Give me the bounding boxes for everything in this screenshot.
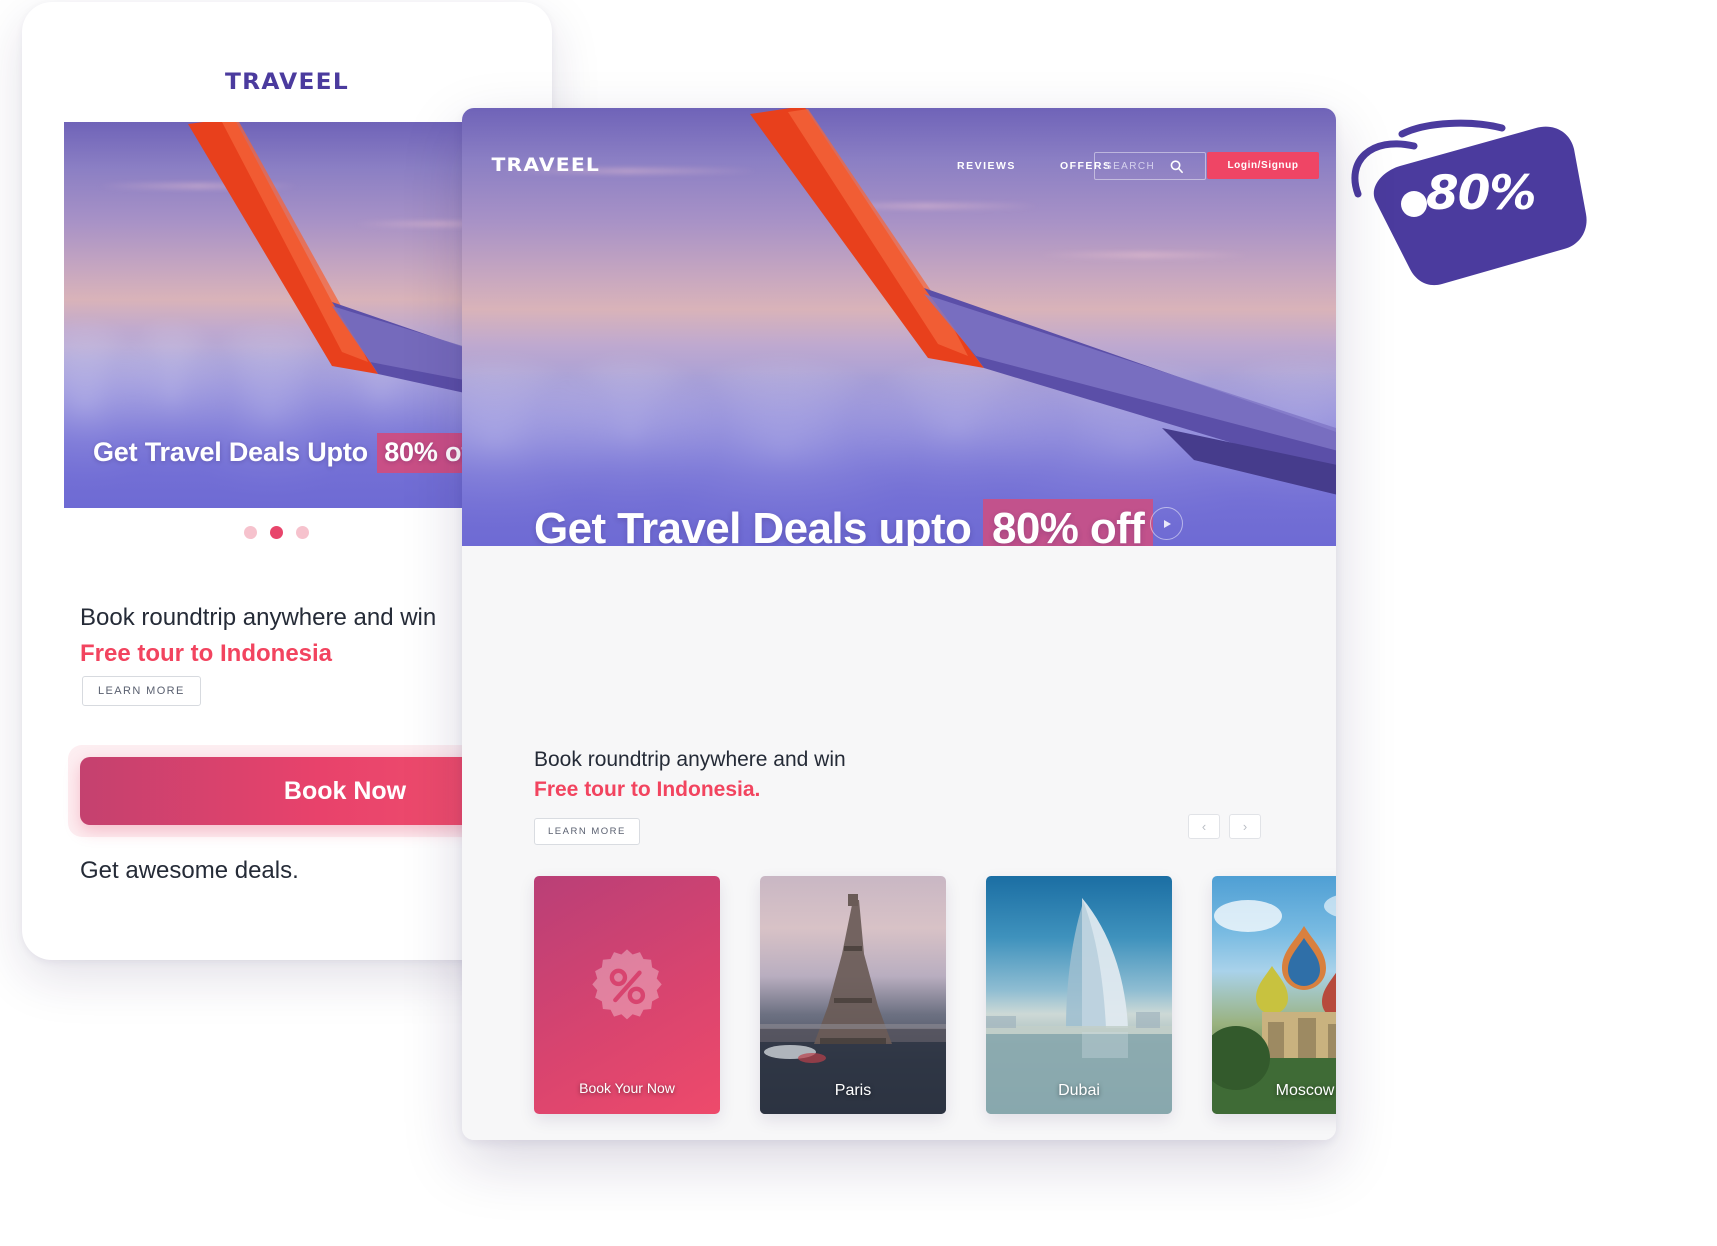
login-signup-button[interactable]: Login/Signup: [1207, 152, 1319, 179]
desktop-nav-links: REVIEWS OFFERS: [957, 160, 1112, 172]
destination-card-paris[interactable]: Paris: [760, 876, 946, 1114]
dubai-card-label: Dubai: [1058, 1082, 1100, 1099]
promo-card-label: Book Your Now: [579, 1080, 675, 1096]
search-input[interactable]: [1103, 159, 1163, 173]
canvas: TRAVEEL Get Travel Deals Upto 80% off Bo…: [0, 0, 1717, 1246]
percent-badge-icon: [592, 949, 662, 1020]
carousel-controls: ‹ ›: [1188, 814, 1261, 839]
paris-card-label: Paris: [834, 1082, 872, 1099]
desktop-subheading: Book roundtrip anywhere and win Free tou…: [534, 746, 846, 803]
destination-card-dubai[interactable]: Dubai: [986, 876, 1172, 1114]
carousel-dot-2[interactable]: [270, 526, 283, 539]
carousel-dot-3[interactable]: [296, 526, 309, 539]
destination-card-promo[interactable]: Book Your Now: [534, 876, 720, 1114]
moscow-card-label: Moscow: [1275, 1082, 1335, 1099]
discount-tag-text: 80%: [1426, 166, 1536, 221]
desktop-learn-more-button[interactable]: LEARN MORE: [534, 818, 640, 845]
carousel-dot-1[interactable]: [244, 526, 257, 539]
discount-tag-badge: 80%: [1330, 118, 1590, 298]
desktop-subheading-accent: Free tour to Indonesia.: [534, 777, 761, 801]
search-icon[interactable]: [1169, 159, 1184, 174]
desktop-navbar: TRAVEEL REVIEWS OFFERS Login/Signup: [462, 108, 1336, 228]
moscow-photo: [1212, 876, 1336, 1114]
nav-link-reviews[interactable]: REVIEWS: [957, 160, 1016, 172]
tablet-learn-more-button[interactable]: LEARN MORE: [82, 676, 201, 706]
tablet-deals-text: Get awesome deals.: [80, 857, 299, 884]
desktop-headline-highlight: 80% off: [982, 499, 1154, 546]
carousel-next-button[interactable]: ›: [1229, 814, 1261, 839]
desktop-preview-window: TRAVEEL REVIEWS OFFERS Login/Signup Get …: [462, 108, 1336, 1140]
desktop-hero-headline: Get Travel Deals upto 80% off: [534, 499, 1154, 546]
tablet-logo: TRAVEEL: [224, 70, 349, 95]
hero-play-button[interactable]: [1150, 507, 1183, 540]
carousel-prev-button[interactable]: ‹: [1188, 814, 1220, 839]
desktop-hero-banner: TRAVEEL REVIEWS OFFERS Login/Signup Get …: [462, 108, 1336, 546]
desktop-headline-lead: Get Travel Deals upto: [534, 504, 983, 546]
tablet-carousel-dots[interactable]: [244, 526, 309, 539]
destination-card-list: Book Your Now Paris Dubai Moscow: [534, 876, 1336, 1114]
destination-card-moscow[interactable]: Moscow: [1212, 876, 1336, 1114]
desktop-search-box[interactable]: [1094, 152, 1206, 180]
tablet-hero-headline: Get Travel Deals Upto 80% off: [93, 433, 486, 473]
dubai-photo: [986, 876, 1172, 1114]
desktop-content-area: Book roundtrip anywhere and win Free tou…: [462, 546, 1336, 1140]
desktop-logo: TRAVEEL: [491, 154, 601, 176]
tablet-subheading-line1: Book roundtrip anywhere and win: [80, 604, 437, 631]
desktop-subheading-line1: Book roundtrip anywhere and win: [534, 748, 846, 771]
tablet-headline-lead: Get Travel Deals Upto: [93, 437, 376, 467]
paris-photo: [760, 876, 946, 1114]
